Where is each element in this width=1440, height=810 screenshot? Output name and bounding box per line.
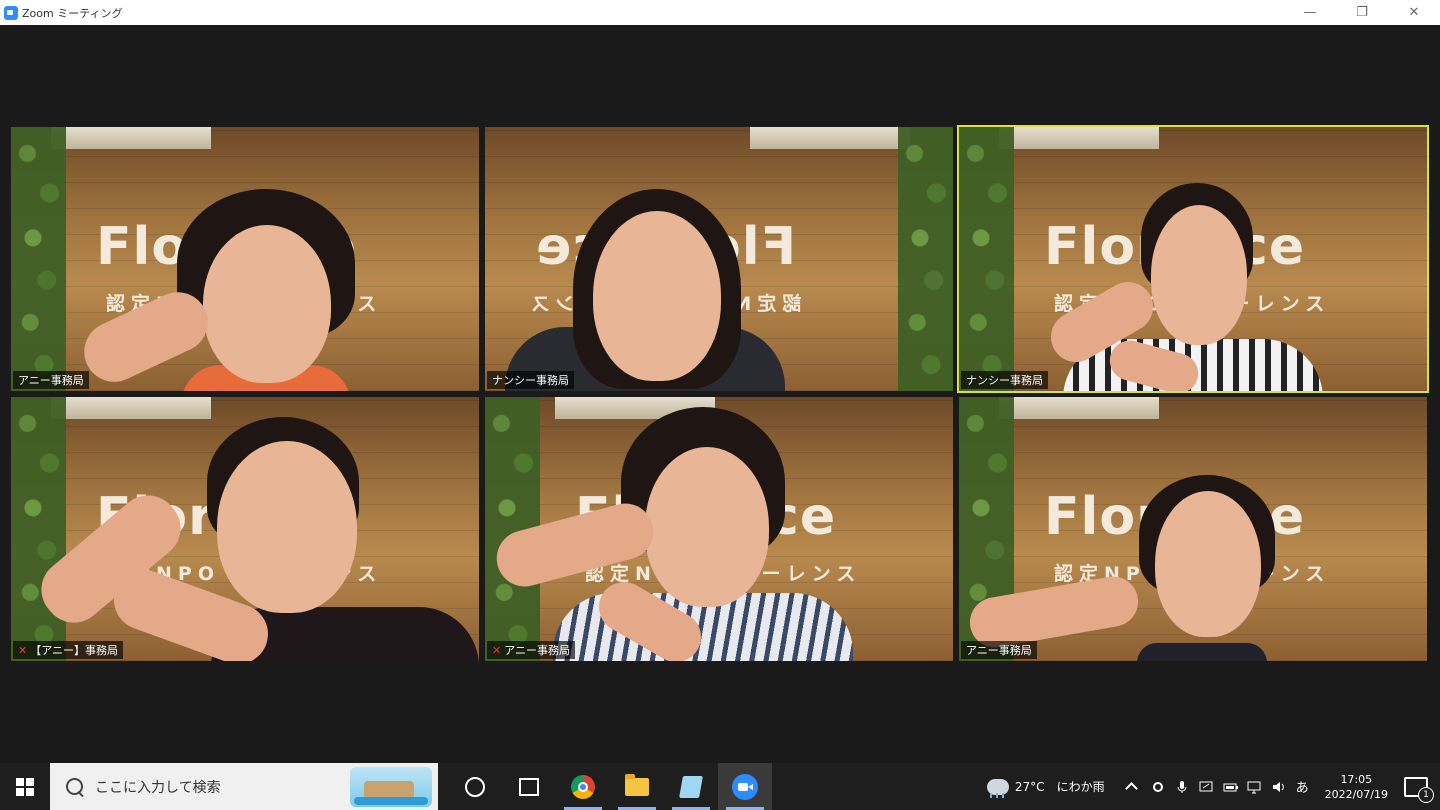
ime-indicator[interactable]: あ bbox=[1296, 777, 1309, 796]
notepad-icon bbox=[679, 775, 703, 798]
taskbar-app-zoom[interactable] bbox=[718, 763, 772, 810]
rain-cloud-icon bbox=[986, 778, 1009, 798]
muted-mic-icon: ✕ bbox=[18, 643, 28, 657]
weather-desc: にわか雨 bbox=[1056, 780, 1105, 794]
start-button[interactable] bbox=[0, 763, 50, 810]
volume-icon[interactable] bbox=[1271, 780, 1285, 794]
video-tile[interactable]: Florence 認定NPO フローレンス ✕ アニー事務局 bbox=[485, 397, 953, 661]
participant-face bbox=[1155, 491, 1261, 637]
weather-widget[interactable]: 27°C にわか雨 bbox=[986, 778, 1105, 798]
participant-name-label: ✕ 【アニー】事務局 bbox=[13, 641, 123, 659]
video-tile[interactable]: Florence 認定NPO フローレンス アニー事務局 bbox=[11, 127, 479, 391]
circle-icon bbox=[465, 776, 485, 797]
close-button[interactable]: ✕ bbox=[1388, 0, 1440, 25]
participant-name-label: ナンシー事務局 bbox=[961, 371, 1048, 389]
chrome-icon bbox=[571, 774, 595, 799]
video-tile[interactable]: Florence 認定NPO フローレンス ✕ 【アニー】事務局 bbox=[11, 397, 479, 661]
network-monitor-icon[interactable] bbox=[1247, 780, 1261, 794]
participant-face bbox=[593, 211, 721, 381]
task-view-icon bbox=[519, 777, 539, 796]
video-tile-active-speaker[interactable]: Florence 認定NPO フローレンス ナンシー事務局 bbox=[957, 125, 1429, 393]
participant-name-label: アニー事務局 bbox=[13, 371, 89, 389]
restore-button[interactable]: ❐ bbox=[1336, 0, 1388, 25]
window-title: Zoom ミーティング bbox=[22, 6, 123, 20]
taskbar-clock[interactable]: 17:05 2022/07/19 bbox=[1325, 772, 1388, 802]
search-highlight-image[interactable] bbox=[350, 767, 432, 807]
weather-temp: 27°C bbox=[1014, 779, 1045, 794]
notification-center-icon[interactable]: 1 bbox=[1404, 776, 1434, 803]
participant-face bbox=[1151, 205, 1247, 345]
show-hidden-icons-button[interactable] bbox=[1124, 780, 1141, 795]
microphone-icon[interactable] bbox=[1175, 780, 1189, 794]
taskbar-app-notepad[interactable] bbox=[664, 763, 718, 810]
participant-face bbox=[203, 225, 331, 383]
zoom-icon bbox=[732, 773, 758, 800]
participant-face bbox=[217, 441, 357, 613]
video-tile[interactable]: Florence 認定NPO フローレンス アニー事務局 bbox=[959, 397, 1427, 661]
search-icon bbox=[66, 778, 83, 795]
task-view-button[interactable] bbox=[502, 763, 556, 810]
window-controls: — ❐ ✕ bbox=[1284, 0, 1440, 25]
clock-time: 17:05 bbox=[1340, 772, 1373, 786]
participant-name-label: ✕ アニー事務局 bbox=[487, 641, 575, 659]
screen-share-icon[interactable] bbox=[1199, 780, 1213, 794]
participant-face bbox=[645, 447, 769, 607]
folder-icon bbox=[625, 773, 649, 796]
windows-logo-icon bbox=[16, 777, 34, 796]
chevron-up-icon bbox=[1124, 781, 1138, 795]
battery-icon[interactable] bbox=[1223, 780, 1238, 794]
search-placeholder: ここに入力して検索 bbox=[95, 779, 221, 796]
taskbar-app-chrome[interactable] bbox=[556, 763, 610, 810]
participant-name-label: ナンシー事務局 bbox=[487, 371, 574, 389]
taskbar-app-file-explorer[interactable] bbox=[610, 763, 664, 810]
settings-gear-icon[interactable] bbox=[1151, 780, 1165, 794]
system-tray: 27°C にわか雨 あ 17:05 2022/07/19 1 bbox=[981, 763, 1440, 810]
notification-count: 1 bbox=[1418, 786, 1434, 803]
clock-date: 2022/07/19 bbox=[1324, 787, 1388, 801]
title-bar: Zoom ミーティング — ❐ ✕ bbox=[0, 0, 1440, 25]
cortana-button[interactable] bbox=[448, 763, 502, 810]
zoom-logo-icon bbox=[4, 5, 18, 20]
video-tile[interactable]: Florence 認定NPO フローレンス ナンシー事務局 bbox=[485, 127, 953, 391]
muted-mic-icon: ✕ bbox=[492, 643, 502, 657]
participant-name-label: アニー事務局 bbox=[961, 641, 1037, 659]
meeting-gallery-view: Florence 認定NPO フローレンス アニー事務局 Florence 認定… bbox=[0, 25, 1440, 763]
minimize-button[interactable]: — bbox=[1284, 0, 1336, 25]
taskbar-search-box[interactable]: ここに入力して検索 bbox=[50, 763, 438, 810]
windows-taskbar: ここに入力して検索 27°C にわか雨 あ 17:05 2022/07/19 1 bbox=[0, 763, 1440, 810]
